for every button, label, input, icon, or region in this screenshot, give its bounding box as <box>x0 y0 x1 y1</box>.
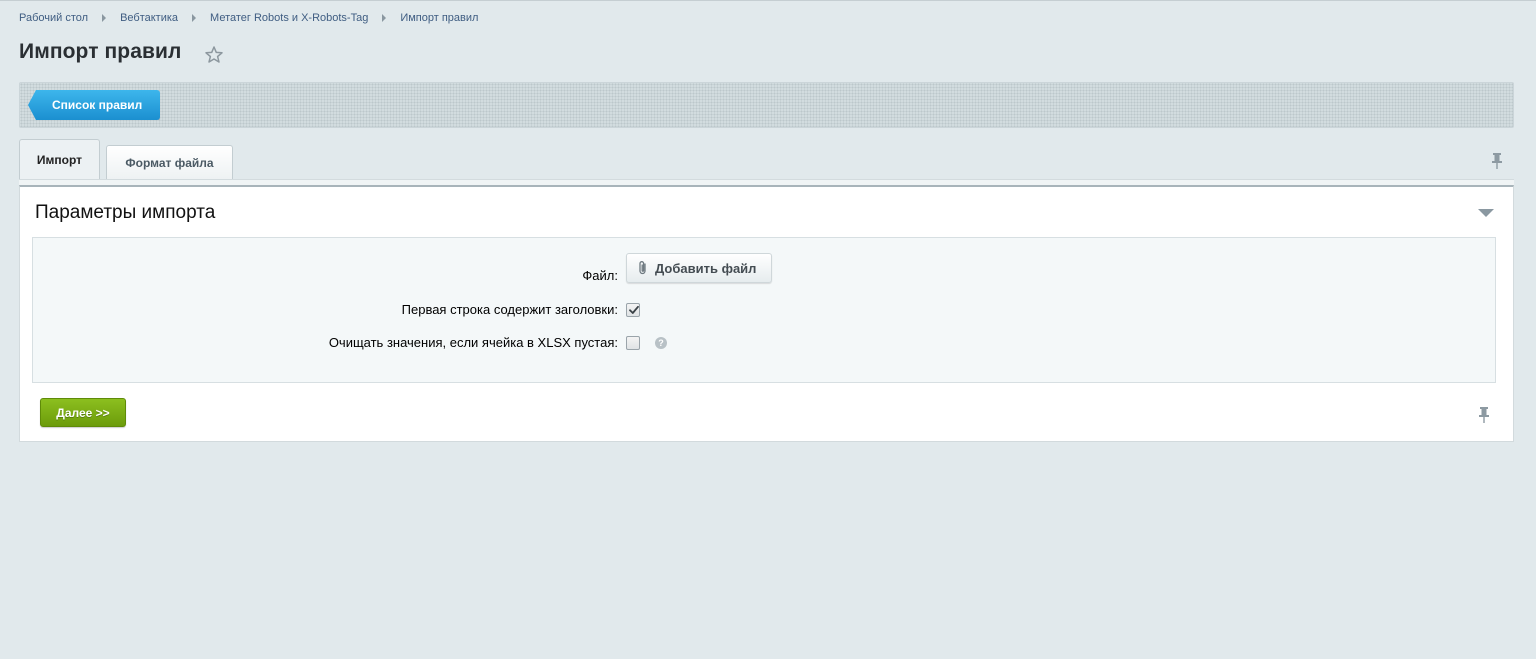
clear-values-label: Очищать значения, если ячейка в XLSX пус… <box>328 335 618 350</box>
clear-values-checkbox[interactable] <box>626 336 640 350</box>
breadcrumb-item-robots-meta[interactable]: Метатег Robots и X-Robots-Tag <box>210 12 368 24</box>
star-icon[interactable] <box>204 45 224 65</box>
check-icon <box>629 305 639 314</box>
add-file-label: Добавить файл <box>655 260 757 276</box>
tab-import[interactable]: Импорт <box>19 139 100 179</box>
page-title: Импорт правил <box>19 40 182 63</box>
tab-file-format[interactable]: Формат файла <box>106 145 233 179</box>
import-params-form: Файл: Добавить файл Первая строка содерж… <box>32 237 1496 383</box>
file-label: Файл: <box>582 268 618 283</box>
first-row-headers-checkbox[interactable] <box>626 303 640 317</box>
breadcrumb-item-webtaktika[interactable]: Вебтактика <box>120 12 178 24</box>
breadcrumb-separator-icon <box>102 14 107 22</box>
toolbar: Список правил <box>19 82 1514 128</box>
form-row-file: Файл: Добавить файл <box>33 253 1495 289</box>
breadcrumb-item-desktop[interactable]: Рабочий стол <box>19 12 88 24</box>
breadcrumb-item-import-rules[interactable]: Импорт правил <box>400 12 478 24</box>
pin-icon[interactable] <box>1477 406 1491 424</box>
help-icon[interactable]: ? <box>655 337 667 349</box>
breadcrumb-separator-icon <box>382 14 387 22</box>
form-row-first-row-headers: Первая строка содержит заголовки: <box>33 297 1495 323</box>
rules-list-button[interactable]: Список правил <box>28 90 161 120</box>
form-row-clear-values: Очищать значения, если ячейка в XLSX пус… <box>33 330 1495 356</box>
first-row-headers-label: Первая строка содержит заголовки: <box>401 302 618 317</box>
section-title: Параметры импорта <box>35 202 216 223</box>
import-panel: Параметры импорта Файл: Добавить файл Пе… <box>19 185 1514 442</box>
paperclip-icon <box>639 261 646 275</box>
collapse-arrow-icon[interactable] <box>1478 209 1494 217</box>
breadcrumb-separator-icon <box>192 14 197 22</box>
next-button[interactable]: Далее >> <box>40 398 126 427</box>
breadcrumb: Рабочий стол Вебтактика Метатег Robots и… <box>19 12 478 24</box>
pin-icon[interactable] <box>1490 152 1504 170</box>
add-file-button[interactable]: Добавить файл <box>626 253 772 283</box>
